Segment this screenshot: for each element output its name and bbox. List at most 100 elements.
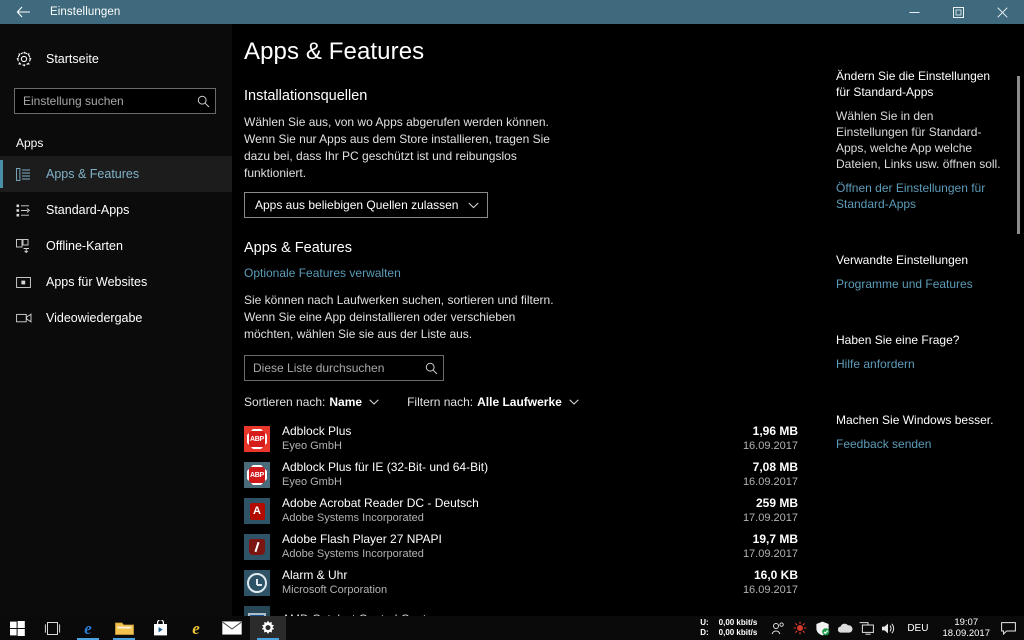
app-list-item[interactable]: A Adobe Acrobat Reader DC - Deutsch Adob… [244, 493, 822, 529]
back-arrow-icon [16, 6, 30, 18]
sidebar-item-apps-features[interactable]: Apps & Features [0, 156, 232, 192]
amd-catalyst-icon [244, 606, 270, 616]
clock[interactable]: 19:07 18.09.2017 [936, 617, 996, 639]
store-button[interactable] [142, 616, 178, 640]
filter-by-dropdown[interactable]: Filtern nach: Alle Laufwerke [407, 395, 579, 409]
app-text-block: Alarm & Uhr Microsoft Corporation [282, 568, 743, 598]
action-center-icon [1000, 621, 1016, 635]
app-publisher: Microsoft Corporation [282, 584, 388, 596]
app-date: 16.09.2017 [742, 440, 798, 452]
edge-button[interactable]: e [70, 616, 106, 640]
sidebar-item-offline-maps[interactable]: Offline-Karten [0, 228, 232, 264]
maximize-button[interactable] [936, 0, 980, 24]
close-icon [996, 6, 1008, 18]
search-icon [191, 95, 215, 108]
network-monitor-icon[interactable] [855, 616, 877, 640]
app-size: 19,7 MB [752, 532, 798, 546]
show-hidden-icon[interactable] [789, 616, 811, 640]
network-speed-monitor[interactable]: U: D: 0,00 kbit/s 0,00 kbit/s [700, 618, 757, 638]
search-input[interactable] [15, 89, 191, 113]
close-button[interactable] [980, 0, 1024, 24]
filter-by-label: Filtern nach: [407, 395, 474, 409]
install-sources-dropdown[interactable]: Apps aus beliebigen Quellen zulassen [244, 192, 489, 218]
onedrive-cloud-icon[interactable] [833, 616, 855, 640]
chevron-down-icon [468, 202, 480, 209]
defender-shield-icon[interactable] [811, 616, 833, 640]
sidebar-item-label: Standard-Apps [46, 203, 130, 217]
sidebar-item-label: Apps für Websites [46, 275, 148, 289]
chevron-down-icon [562, 399, 579, 405]
app-list-item[interactable]: Alarm & Uhr Microsoft Corporation 16,0 K… [244, 565, 822, 601]
get-help-link[interactable]: Hilfe anfordern [836, 348, 1002, 372]
app-size: 7,08 MB [752, 460, 798, 474]
info-block-related-settings: Verwandte Einstellungen Programme und Fe… [836, 230, 1002, 310]
app-text-block: Adobe Flash Player 27 NPAPI Adobe System… [282, 532, 743, 562]
app-list-item[interactable]: ABP Adblock Plus Eyeo GmbH 1,96 MB 16.09… [244, 421, 822, 457]
app-date: 17.09.2017 [742, 512, 798, 524]
map-icon [16, 239, 44, 253]
list-icon [16, 167, 44, 181]
app-meta: 19,7 MB 17.09.2017 [743, 532, 822, 562]
app-name: Adobe Flash Player 27 NPAPI [282, 532, 442, 546]
adblock-plus-icon: ABP [244, 426, 270, 452]
app-publisher: Adobe Systems Incorporated [282, 512, 424, 524]
sidebar-item-video-playback[interactable]: Videowiedergabe [0, 300, 232, 336]
language-indicator[interactable]: DEU [899, 623, 936, 634]
app-list-search-box[interactable] [244, 355, 444, 381]
internet-explorer-icon: e [192, 618, 200, 638]
sidebar-item-apps-for-websites[interactable]: Apps für Websites [0, 264, 232, 300]
info-block-feedback: Machen Sie Windows besser. Feedback send… [836, 390, 1002, 470]
info-heading: Haben Sie eine Frage? [836, 333, 960, 347]
info-block-help: Haben Sie eine Frage? Hilfe anfordern [836, 310, 1002, 390]
app-list-item[interactable]: Adobe Flash Player 27 NPAPI Adobe System… [244, 529, 822, 565]
app-publisher: Eyeo GmbH [282, 476, 342, 488]
app-publisher: Eyeo GmbH [282, 440, 342, 452]
sort-by-value: Name [329, 395, 363, 409]
action-center-button[interactable] [996, 616, 1020, 640]
sidebar-item-label: Offline-Karten [46, 239, 123, 253]
settings-window: Einstellungen Startseite Einstellung suc… [0, 0, 1024, 640]
task-view-icon [44, 621, 60, 635]
app-list-search-input[interactable] [245, 356, 419, 380]
internet-explorer-button[interactable]: e [178, 616, 214, 640]
programs-and-features-link[interactable]: Programme und Features [836, 268, 1002, 292]
task-view-button[interactable] [34, 616, 70, 640]
acrobat-reader-icon: A [244, 498, 270, 524]
install-sources-heading: Installationsquellen [244, 88, 368, 104]
upload-label: U: [700, 618, 709, 627]
sidebar-item-home[interactable]: Startseite [0, 42, 232, 76]
app-size: 259 MB [755, 496, 798, 510]
volume-icon[interactable] [877, 616, 899, 640]
settings-search-box[interactable] [14, 88, 216, 114]
restore-icon [952, 6, 964, 18]
open-default-apps-settings-link[interactable]: Öffnen der Einstellungen für Standard-Ap… [836, 172, 1002, 212]
app-text-block: Adblock Plus Eyeo GmbH [282, 424, 743, 454]
install-sources-description: Wählen Sie aus, von wo Apps abgerufen we… [244, 115, 550, 180]
start-button[interactable] [0, 616, 34, 640]
clock-date: 18.09.2017 [942, 628, 990, 639]
system-tray: U: D: 0,00 kbit/s 0,00 kbit/s DEU 19:07 … [700, 616, 1024, 640]
file-explorer-button[interactable] [106, 616, 142, 640]
page-scrollbar[interactable] [1017, 76, 1020, 234]
minimize-button[interactable] [892, 0, 936, 24]
website-apps-icon [16, 276, 44, 289]
app-date: 17.09.2017 [742, 548, 798, 560]
back-button[interactable] [0, 0, 46, 24]
send-feedback-link[interactable]: Feedback senden [836, 428, 1002, 452]
sidebar-item-standard-apps[interactable]: Standard-Apps [0, 192, 232, 228]
app-text-block: Adobe Acrobat Reader DC - Deutsch Adobe … [282, 496, 743, 526]
sidebar-item-label: Videowiedergabe [46, 311, 143, 325]
minimize-icon [909, 11, 919, 13]
right-info-panel: Ändern Sie die Einstellungen für Standar… [822, 24, 1024, 616]
app-list-item[interactable]: ABP Adblock Plus für IE (32-Bit- und 64-… [244, 457, 822, 493]
mail-button[interactable] [214, 616, 250, 640]
download-value: 0,00 kbit/s [718, 628, 758, 637]
app-list-item[interactable]: AMD Catalyst Control Center [244, 601, 822, 616]
title-bar: Einstellungen [0, 0, 1024, 24]
sort-by-dropdown[interactable]: Sortieren nach: Name [244, 395, 379, 409]
people-icon[interactable] [767, 616, 789, 640]
tray-icon-group [757, 616, 899, 640]
app-name: Adblock Plus [282, 424, 352, 438]
settings-button[interactable] [250, 616, 286, 640]
optional-features-link[interactable]: Optionale Features verwalten [244, 256, 401, 280]
